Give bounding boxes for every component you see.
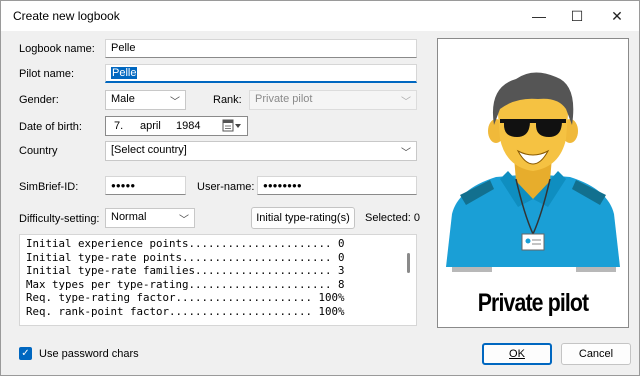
- username-input[interactable]: ●●●●●●●●: [257, 176, 417, 195]
- initial-type-rating-button[interactable]: Initial type-rating(s): [251, 207, 355, 229]
- difficulty-value: Normal: [111, 211, 147, 223]
- stats-line: Initial type-rate families..............…: [26, 264, 345, 278]
- rank-caption: Private pilot: [477, 289, 589, 317]
- chevron-down-icon: ﹀: [401, 148, 411, 159]
- calendar-icon[interactable]: [222, 119, 242, 133]
- username-label: User-name:: [197, 181, 255, 193]
- dob-day[interactable]: 7.: [114, 120, 123, 132]
- stats-line: Initial type-rate points................…: [26, 250, 345, 264]
- chevron-down-icon: ﹀: [170, 97, 180, 108]
- logbook-name-input[interactable]: Pelle: [105, 39, 417, 58]
- ok-label: OK: [509, 348, 525, 360]
- difficulty-label: Difficulty-setting:: [19, 213, 100, 225]
- rank-value: Private pilot: [255, 93, 313, 105]
- rank-select: Private pilot ﹀: [249, 90, 417, 110]
- ok-button[interactable]: OK: [482, 343, 552, 365]
- gender-label: Gender:: [19, 94, 59, 106]
- selected-count: Selected: 0: [365, 212, 421, 224]
- difficulty-select[interactable]: Normal ﹀: [105, 208, 195, 228]
- title-bar: Create new logbook — ☐ ✕: [1, 1, 639, 31]
- minimize-button[interactable]: —: [519, 1, 559, 31]
- password-chars-checkbox[interactable]: ✓: [19, 347, 32, 360]
- window-title: Create new logbook: [13, 9, 120, 23]
- pilot-name-input[interactable]: Pelle: [105, 64, 417, 83]
- password-chars-label: Use password chars: [39, 348, 139, 360]
- pilot-name-label: Pilot name:: [19, 68, 75, 80]
- simbrief-label: SimBrief-ID:: [19, 181, 79, 193]
- dob-year[interactable]: 1984: [176, 120, 200, 132]
- pilot-name-selected-text: Pelle: [111, 67, 138, 79]
- dob-label: Date of birth:: [19, 121, 82, 133]
- cancel-button[interactable]: Cancel: [561, 343, 631, 365]
- close-button[interactable]: ✕: [597, 1, 637, 31]
- stats-textbox[interactable]: Initial experience points...............…: [19, 234, 417, 326]
- simbrief-input[interactable]: ●●●●●: [105, 176, 186, 195]
- country-label: Country: [19, 145, 58, 157]
- maximize-button[interactable]: ☐: [557, 1, 597, 31]
- country-value: [Select country]: [111, 144, 187, 156]
- scrollbar-thumb[interactable]: [407, 253, 410, 273]
- chevron-down-icon: ﹀: [401, 97, 411, 108]
- gender-select[interactable]: Male ﹀: [105, 90, 186, 110]
- stats-line: Initial experience points...............…: [26, 237, 345, 250]
- stats-line: Req. type-rating factor.................…: [26, 291, 345, 305]
- chevron-down-icon: ﹀: [179, 215, 189, 226]
- pilot-avatar-icon: [446, 72, 620, 272]
- dob-datepicker[interactable]: 7. april 1984: [105, 116, 248, 136]
- stats-line: Req. rank-point factor..................…: [26, 304, 345, 318]
- stats-text: Initial experience points...............…: [20, 235, 416, 321]
- pilot-portrait: Private pilot: [437, 38, 629, 328]
- gender-value: Male: [111, 93, 135, 105]
- logbook-name-label: Logbook name:: [19, 43, 95, 55]
- create-logbook-dialog: Create new logbook — ☐ ✕ Logbook name: P…: [0, 0, 640, 376]
- stats-line: Max types per type-rating...............…: [26, 277, 345, 291]
- dob-month[interactable]: april: [140, 120, 161, 132]
- country-select[interactable]: [Select country] ﹀: [105, 141, 417, 161]
- rank-label: Rank:: [213, 94, 242, 106]
